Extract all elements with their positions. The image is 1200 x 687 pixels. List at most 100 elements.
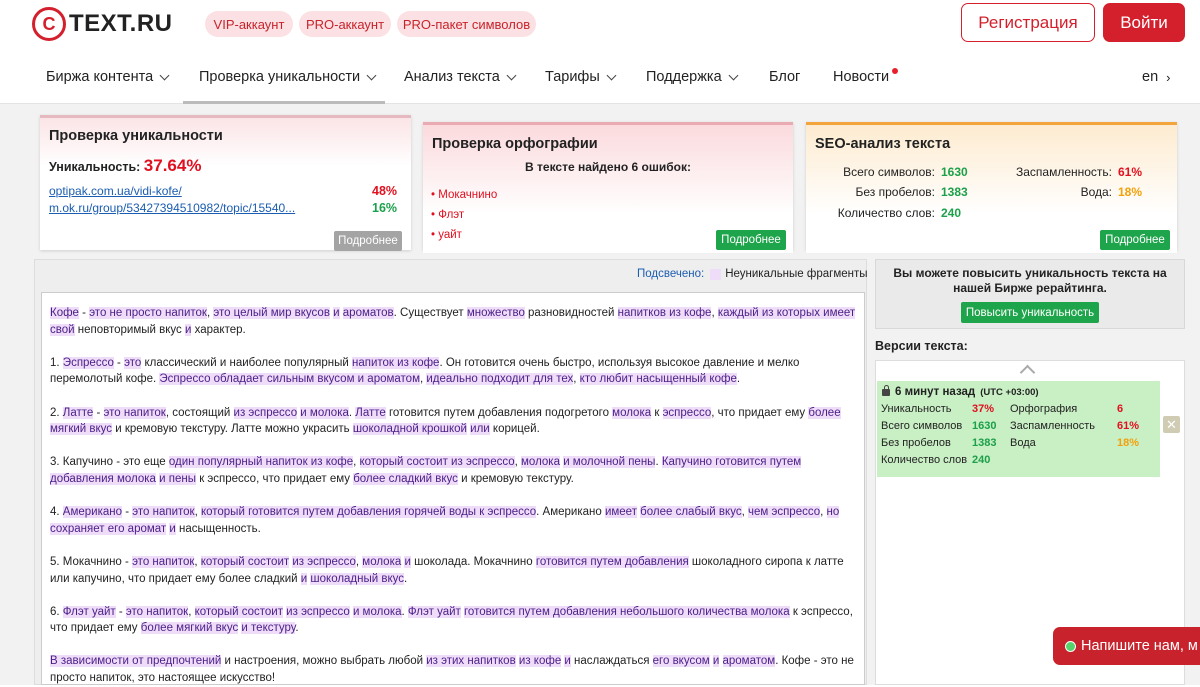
chat-widget[interactable]: Напишите нам, м [1053, 627, 1200, 665]
version-uniq-label: Уникальность [881, 403, 952, 415]
highlight-legend-text: Неуникальные фрагменты [725, 268, 868, 280]
version-chars-label: Всего символов [881, 420, 963, 432]
nav-item-support[interactable]: Поддержка [646, 69, 739, 85]
uniqueness-card: Проверка уникальности Уникальность: 37.6… [40, 115, 411, 251]
version-spam-label: Заспамленность [1010, 420, 1095, 432]
chevron-down-icon [159, 70, 170, 80]
lock-icon [882, 384, 890, 396]
spelling-error[interactable]: • уайт [431, 225, 497, 245]
version-words: 240 [972, 454, 991, 466]
spelling-summary: В тексте найдено 6 ошибок: [525, 160, 691, 174]
version-ortho: 6 [1117, 403, 1124, 415]
top-header: C TEXT.RU VIP-аккаунт PRO-аккаунт PRO-па… [0, 0, 1200, 104]
text-paragraph: 1. Эспрессо - это классический и наиболе… [50, 356, 800, 386]
versions-title: Версии текста: [875, 339, 968, 353]
logo-text: TEXT.RU [69, 10, 173, 37]
language-switch[interactable]: en › [1142, 69, 1170, 85]
uniqueness-label-text: Уникальность: [49, 160, 141, 174]
spelling-error[interactable]: • Флэт [431, 205, 497, 225]
version-item[interactable]: 6 минут назад (UTC +03:00) Уникальность … [877, 381, 1160, 477]
text-paragraph: 4. Американо - это напиток, который гото… [50, 506, 840, 535]
seo-words: 240 [941, 206, 962, 220]
chevron-down-icon [366, 70, 377, 80]
nav-label: Блог [769, 69, 801, 85]
register-button[interactable]: Регистрация [961, 3, 1095, 42]
text-paragraph: 2. Латте - это напиток, состоящий из эсп… [50, 406, 841, 436]
version-words-label: Количество слов [881, 454, 968, 466]
nav-item-tariffs[interactable]: Тарифы [545, 69, 617, 85]
uniqueness-title: Проверка уникальности [49, 128, 223, 144]
version-nosp: 1383 [972, 437, 997, 449]
version-uniq: 37% [972, 403, 995, 415]
spelling-title: Проверка орфографии [432, 136, 598, 152]
vip-account-pill[interactable]: VIP-аккаунт [205, 11, 293, 37]
nav-label: Биржа контента [46, 69, 154, 85]
version-water-label: Вода [1010, 437, 1036, 449]
highlight-label: Подсвечено: [637, 268, 705, 280]
text-paragraph: Кофе - это не просто напиток, это целый … [50, 307, 856, 336]
spelling-error[interactable]: • Мокачнино [431, 185, 497, 205]
seo-total-chars: 1630 [941, 165, 968, 179]
uniqueness-more-button[interactable]: Подробнее [334, 231, 402, 251]
online-status-icon [1065, 640, 1076, 652]
spelling-card: Проверка орфографии В тексте найдено 6 о… [423, 122, 793, 253]
chevron-right-icon: › [1166, 69, 1171, 85]
uniqueness-value: 37.64% [143, 156, 202, 175]
text-paragraph: 6. Флэт уайт - это напиток, который сост… [50, 605, 853, 635]
source-link[interactable]: m.ok.ru/group/53427394510982/topic/15540… [49, 201, 295, 215]
text-paragraph: 5. Мокачнино - это напиток, который сост… [50, 555, 844, 585]
spelling-error-list: • Мокачнино • Флэт • уайт [431, 185, 497, 245]
version-time: 6 минут назад (UTC +03:00) [882, 384, 1039, 398]
checked-text[interactable]: Кофе - это не просто напиток, это целый … [41, 292, 865, 685]
source-pct: 48% [372, 184, 398, 198]
nav-item-text-analysis[interactable]: Анализ текста [404, 69, 517, 85]
chevron-down-icon [728, 70, 739, 80]
logo-mark: C [32, 7, 66, 41]
nav-label: Поддержка [646, 69, 722, 85]
version-water: 18% [1117, 437, 1140, 449]
pro-account-pill[interactable]: PRO-аккаунт [299, 11, 391, 37]
spelling-more-button[interactable]: Подробнее [716, 230, 786, 250]
pro-package-pill[interactable]: PRO-пакет символов [397, 11, 536, 37]
nav-label: Проверка уникальности [199, 69, 361, 85]
seo-total-chars-label: Всего символов: [843, 165, 935, 179]
nav-label: Новости [833, 69, 890, 85]
seo-title: SEO-анализ текста [815, 136, 951, 152]
uniqueness-label: Уникальность: 37.64% [49, 156, 201, 176]
nav-label: Тарифы [545, 69, 600, 85]
seo-water-label: Вода: [1080, 185, 1112, 199]
spelling-error-text: Флэт [438, 209, 465, 221]
nav-item-uniqueness[interactable]: Проверка уникальности [199, 69, 377, 85]
highlight-swatch [710, 268, 722, 280]
spelling-error-text: Мокачнино [438, 189, 498, 201]
close-icon[interactable]: ✕ [1163, 416, 1180, 433]
chevron-up-icon[interactable] [1019, 364, 1036, 381]
lang-label: en [1142, 69, 1159, 85]
chevron-down-icon [506, 70, 517, 80]
seo-spam: 61% [1118, 165, 1143, 179]
boost-uniqueness-button[interactable]: Повысить уникальность [961, 302, 1099, 323]
nav-item-content-exchange[interactable]: Биржа контента [46, 69, 170, 85]
login-button[interactable]: Войти [1103, 3, 1185, 42]
highlight-legend: Подсвечено: Неуникальные фрагменты [637, 268, 868, 280]
nav-item-blog[interactable]: Блог [769, 69, 800, 85]
seo-no-spaces-label: Без пробелов: [855, 185, 936, 199]
text-paragraph: 3. Капучино - это еще один популярный на… [50, 456, 802, 485]
seo-words-label: Количество слов: [837, 206, 935, 220]
version-chars: 1630 [972, 420, 997, 432]
version-ortho-label: Орфография [1010, 403, 1078, 415]
seo-more-button[interactable]: Подробнее [1100, 230, 1170, 250]
seo-spam-label: Заспамленность: [1015, 165, 1112, 179]
version-tz: (UTC +03:00) [980, 386, 1039, 398]
rewrite-promo: Вы можете повысить уникальность текста н… [875, 259, 1185, 329]
chevron-down-icon [606, 70, 617, 80]
nav-item-news[interactable]: Новости [833, 68, 899, 85]
version-nosp-label: Без пробелов [881, 437, 951, 449]
seo-no-spaces: 1383 [941, 185, 968, 199]
nav-label: Анализ текста [404, 69, 500, 85]
version-time-text: 6 минут назад [895, 386, 976, 398]
logo[interactable]: C TEXT.RU [32, 7, 173, 41]
text-paragraph: В зависимости от предпочтений и настроен… [50, 655, 854, 685]
spelling-error-text: уайт [438, 229, 462, 241]
source-link[interactable]: optipak.com.ua/vidi-kofe/ [49, 184, 182, 198]
